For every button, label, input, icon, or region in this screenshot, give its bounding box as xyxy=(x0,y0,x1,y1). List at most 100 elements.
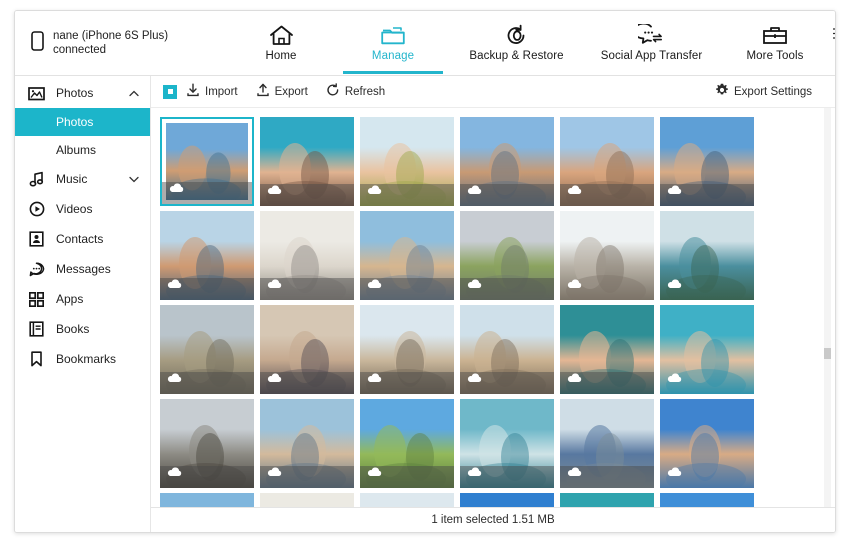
sidebar-item-photos-label: Photos xyxy=(56,86,94,100)
export-settings-button[interactable]: Export Settings xyxy=(706,76,821,107)
photo-thumbnail[interactable] xyxy=(660,211,754,300)
cloud-icon xyxy=(667,464,682,482)
sidebar-subitem-photos-label: Photos xyxy=(56,115,94,129)
refresh-icon xyxy=(326,83,340,100)
sidebar-subitem-photos[interactable]: Photos xyxy=(15,108,150,136)
app-window: nane (iPhone 6S Plus) connected Home Man… xyxy=(14,10,836,533)
photo-thumbnail[interactable] xyxy=(160,117,254,206)
sidebar-item-bookmarks[interactable]: Bookmarks xyxy=(15,344,150,374)
photo-image xyxy=(360,493,454,507)
photo-thumbnail[interactable] xyxy=(660,305,754,394)
photo-thumbnail[interactable] xyxy=(560,305,654,394)
sidebar: Photos Photos Albums Music Videos Contac… xyxy=(15,76,151,532)
photo-thumbnail[interactable] xyxy=(560,399,654,488)
photo-thumbnail[interactable] xyxy=(560,117,654,206)
window-controls xyxy=(831,11,835,75)
chevron-up-icon[interactable] xyxy=(129,86,139,100)
photo-thumbnail[interactable] xyxy=(560,211,654,300)
sidebar-item-books[interactable]: Books xyxy=(15,314,150,344)
tab-social-app-transfer[interactable]: Social App Transfer xyxy=(584,11,719,74)
photo-thumbnail[interactable] xyxy=(160,305,254,394)
export-button[interactable]: Export xyxy=(247,76,317,107)
tab-manage-label: Manage xyxy=(371,49,415,62)
photo-thumbnail[interactable] xyxy=(360,399,454,488)
cloud-icon xyxy=(267,370,282,388)
photo-thumbnail[interactable] xyxy=(360,211,454,300)
cloud-icon xyxy=(667,370,682,388)
sidebar-item-apps[interactable]: Apps xyxy=(15,284,150,314)
cloud-icon xyxy=(367,276,382,294)
photo-thumbnail[interactable] xyxy=(460,117,554,206)
photo-thumbnail[interactable] xyxy=(260,305,354,394)
app-body: Photos Photos Albums Music Videos Contac… xyxy=(15,76,835,532)
photo-thumbnail[interactable] xyxy=(560,493,654,507)
cloud-icon xyxy=(167,464,182,482)
cloud-icon xyxy=(267,182,282,200)
cloud-icon xyxy=(367,182,382,200)
photo-thumbnail[interactable] xyxy=(660,493,754,507)
cloud-icon xyxy=(267,276,282,294)
menu-icon[interactable] xyxy=(831,25,835,42)
chevron-down-icon[interactable] xyxy=(129,172,139,186)
photo-thumbnail[interactable] xyxy=(360,117,454,206)
cloud-icon xyxy=(567,182,582,200)
cloud-icon xyxy=(267,464,282,482)
tab-more-tools[interactable]: More Tools xyxy=(719,11,831,74)
bookmark-icon xyxy=(28,351,45,367)
grid-scrollbar-track[interactable] xyxy=(824,108,831,507)
photo-thumbnail[interactable] xyxy=(160,399,254,488)
sidebar-item-messages[interactable]: Messages xyxy=(15,254,150,284)
photo-image xyxy=(560,493,654,507)
import-button[interactable]: Import xyxy=(177,76,247,107)
toolbox-icon xyxy=(762,24,788,47)
tab-home[interactable]: Home xyxy=(225,11,337,74)
photo-thumbnail[interactable] xyxy=(460,305,554,394)
photo-thumbnail[interactable] xyxy=(160,211,254,300)
photo-thumbnail[interactable] xyxy=(660,399,754,488)
tab-backup-restore[interactable]: Backup & Restore xyxy=(449,11,584,74)
photo-icon xyxy=(28,86,45,101)
photo-thumbnail[interactable] xyxy=(160,493,254,507)
sidebar-subitem-albums-label: Albums xyxy=(56,143,97,157)
select-all-checkbox[interactable] xyxy=(163,84,177,99)
cloud-icon xyxy=(467,370,482,388)
content-area: Import Export Refresh Export Settings 1 … xyxy=(151,76,835,532)
book-icon xyxy=(28,321,45,337)
tab-backup-restore-label: Backup & Restore xyxy=(469,49,564,62)
sidebar-item-music[interactable]: Music xyxy=(15,164,150,194)
photo-image xyxy=(460,493,554,507)
sidebar-subitem-albums[interactable]: Albums xyxy=(15,136,150,164)
chat-transfer-icon xyxy=(638,23,665,47)
photo-thumbnail[interactable] xyxy=(460,493,554,507)
cloud-icon xyxy=(567,370,582,388)
photo-thumbnail[interactable] xyxy=(260,493,354,507)
sidebar-item-videos[interactable]: Videos xyxy=(15,194,150,224)
cloud-icon xyxy=(367,464,382,482)
cloud-icon xyxy=(567,276,582,294)
sidebar-item-contacts-label: Contacts xyxy=(56,232,104,246)
photo-thumbnail[interactable] xyxy=(260,399,354,488)
folder-icon xyxy=(380,24,406,47)
photo-thumbnail[interactable] xyxy=(260,117,354,206)
photo-image xyxy=(260,493,354,507)
refresh-button[interactable]: Refresh xyxy=(317,76,394,107)
tab-more-tools-label: More Tools xyxy=(746,49,804,62)
export-settings-label: Export Settings xyxy=(734,85,812,98)
status-text: 1 item selected 1.51 MB xyxy=(431,514,555,526)
tab-social-app-transfer-label: Social App Transfer xyxy=(600,49,703,62)
video-icon xyxy=(28,201,45,217)
import-icon xyxy=(186,83,200,100)
photo-thumbnail[interactable] xyxy=(660,117,754,206)
tab-manage[interactable]: Manage xyxy=(337,11,449,74)
photo-thumbnail[interactable] xyxy=(460,211,554,300)
sidebar-item-contacts[interactable]: Contacts xyxy=(15,224,150,254)
photo-thumbnail[interactable] xyxy=(460,399,554,488)
photo-thumbnail[interactable] xyxy=(360,305,454,394)
photo-thumbnail[interactable] xyxy=(260,211,354,300)
apps-icon xyxy=(28,291,45,307)
sidebar-item-photos[interactable]: Photos xyxy=(15,78,150,108)
photo-image xyxy=(660,493,754,507)
photo-grid-wrapper xyxy=(151,108,835,507)
photo-thumbnail[interactable] xyxy=(360,493,454,507)
grid-scrollbar-thumb[interactable] xyxy=(824,348,831,359)
